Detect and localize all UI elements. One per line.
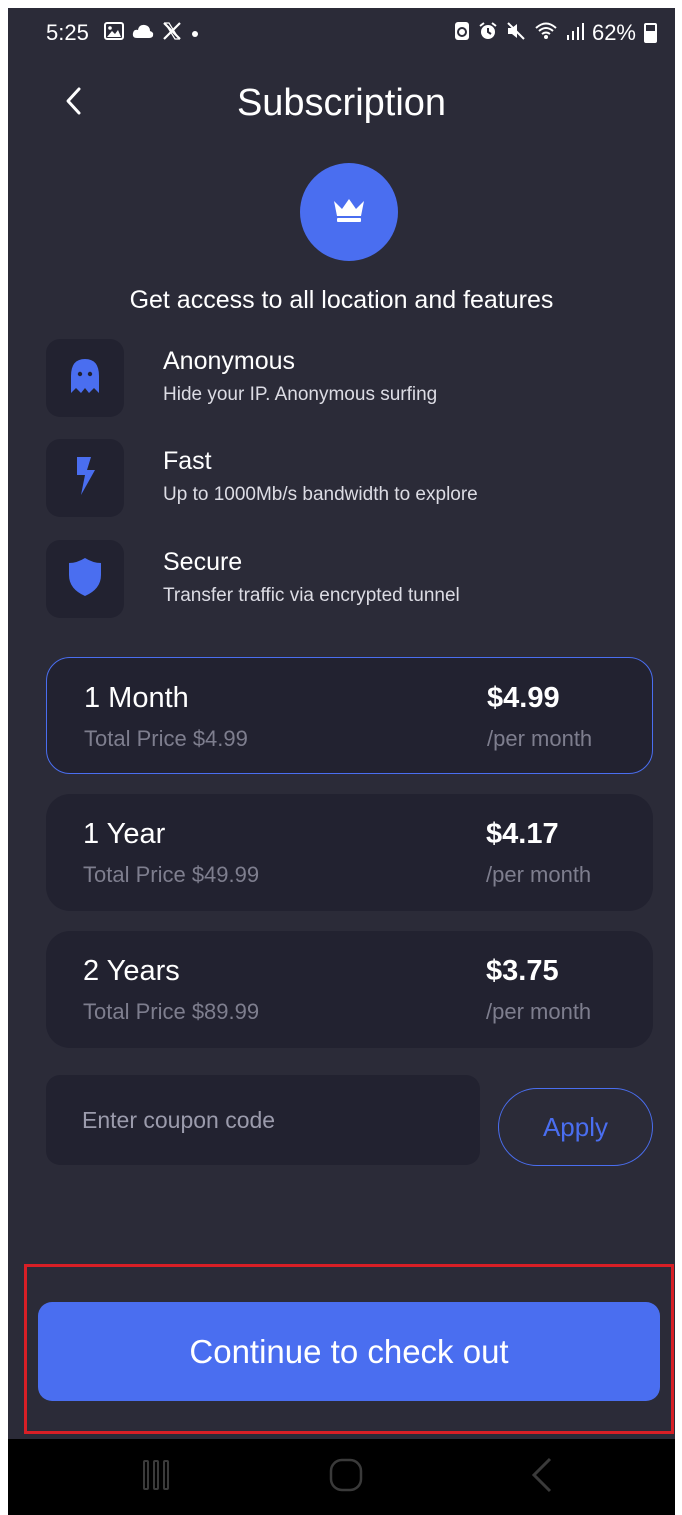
plan-period: /per month [487,726,593,751]
back-nav-button[interactable] [522,1457,562,1497]
mute-icon [506,21,526,46]
plan-name: 2 Years [83,955,180,987]
crown-badge [300,163,398,261]
lightning-icon [71,455,99,502]
plan-name: 1 Month [84,682,189,714]
plan-monthly-price: $3.75 [486,955,559,987]
gallery-icon [104,22,124,45]
battery-percent: 62% [591,20,636,45]
plan-total-price: Total Price $4.99 [84,726,248,751]
recent-apps-button[interactable] [136,1457,176,1497]
page-title: Subscription [236,82,447,124]
plan-period: /per month [486,999,592,1024]
home-icon [329,1458,363,1497]
feature-desc: Hide your IP. Anonymous surfing [163,384,438,405]
feature-desc: Up to 1000Mb/s bandwidth to explore [163,484,478,505]
plan-1-month[interactable]: 1 Month Total Price $4.99 $4.99 /per mon… [46,657,653,774]
feature-title: Fast [163,447,212,475]
status-bar: 5:25 62% [8,8,675,58]
home-button[interactable] [326,1457,366,1497]
continue-checkout-button[interactable]: Continue to check out [38,1302,660,1401]
signal-icon [566,21,584,46]
subscription-screen: 5:25 62% Subscription Get access to all … [8,8,675,1515]
feature-anonymous: Anonymous Hide your IP. Anonymous surfin… [46,339,646,419]
apply-coupon-button[interactable]: Apply [498,1088,653,1166]
cloud-icon [132,23,154,44]
plan-name: 1 Year [83,818,166,850]
plan-monthly-price: $4.99 [487,682,560,714]
plan-monthly-price: $4.17 [486,818,559,850]
alarm-icon [478,21,498,46]
system-nav-bar [8,1439,675,1515]
feature-title: Anonymous [163,347,296,375]
plan-total-price: Total Price $49.99 [83,862,260,887]
battery-icon [644,23,657,43]
feature-secure: Secure Transfer traffic via encrypted tu… [46,540,646,620]
status-time: 5:25 [46,20,89,45]
plan-2-years[interactable]: 2 Years Total Price $89.99 $3.75 /per mo… [46,931,653,1048]
feature-title: Secure [163,548,243,576]
coupon-code-input[interactable] [46,1075,480,1165]
headline: Get access to all location and features [129,286,554,314]
plan-total-price: Total Price $89.99 [83,999,260,1024]
feature-fast: Fast Up to 1000Mb/s bandwidth to explore [46,439,646,519]
ghost-icon [67,356,103,401]
plan-period: /per month [486,862,592,887]
plan-1-year[interactable]: 1 Year Total Price $49.99 $4.17 /per mon… [46,794,653,911]
x-icon [162,21,182,46]
shield-icon [67,556,103,603]
feature-desc: Transfer traffic via encrypted tunnel [163,585,460,606]
crown-icon [332,197,366,228]
dot-icon [190,24,200,44]
wifi-icon [534,21,558,46]
back-nav-icon [530,1457,554,1498]
recent-apps-icon [141,1459,171,1496]
recycle-icon [454,21,470,46]
